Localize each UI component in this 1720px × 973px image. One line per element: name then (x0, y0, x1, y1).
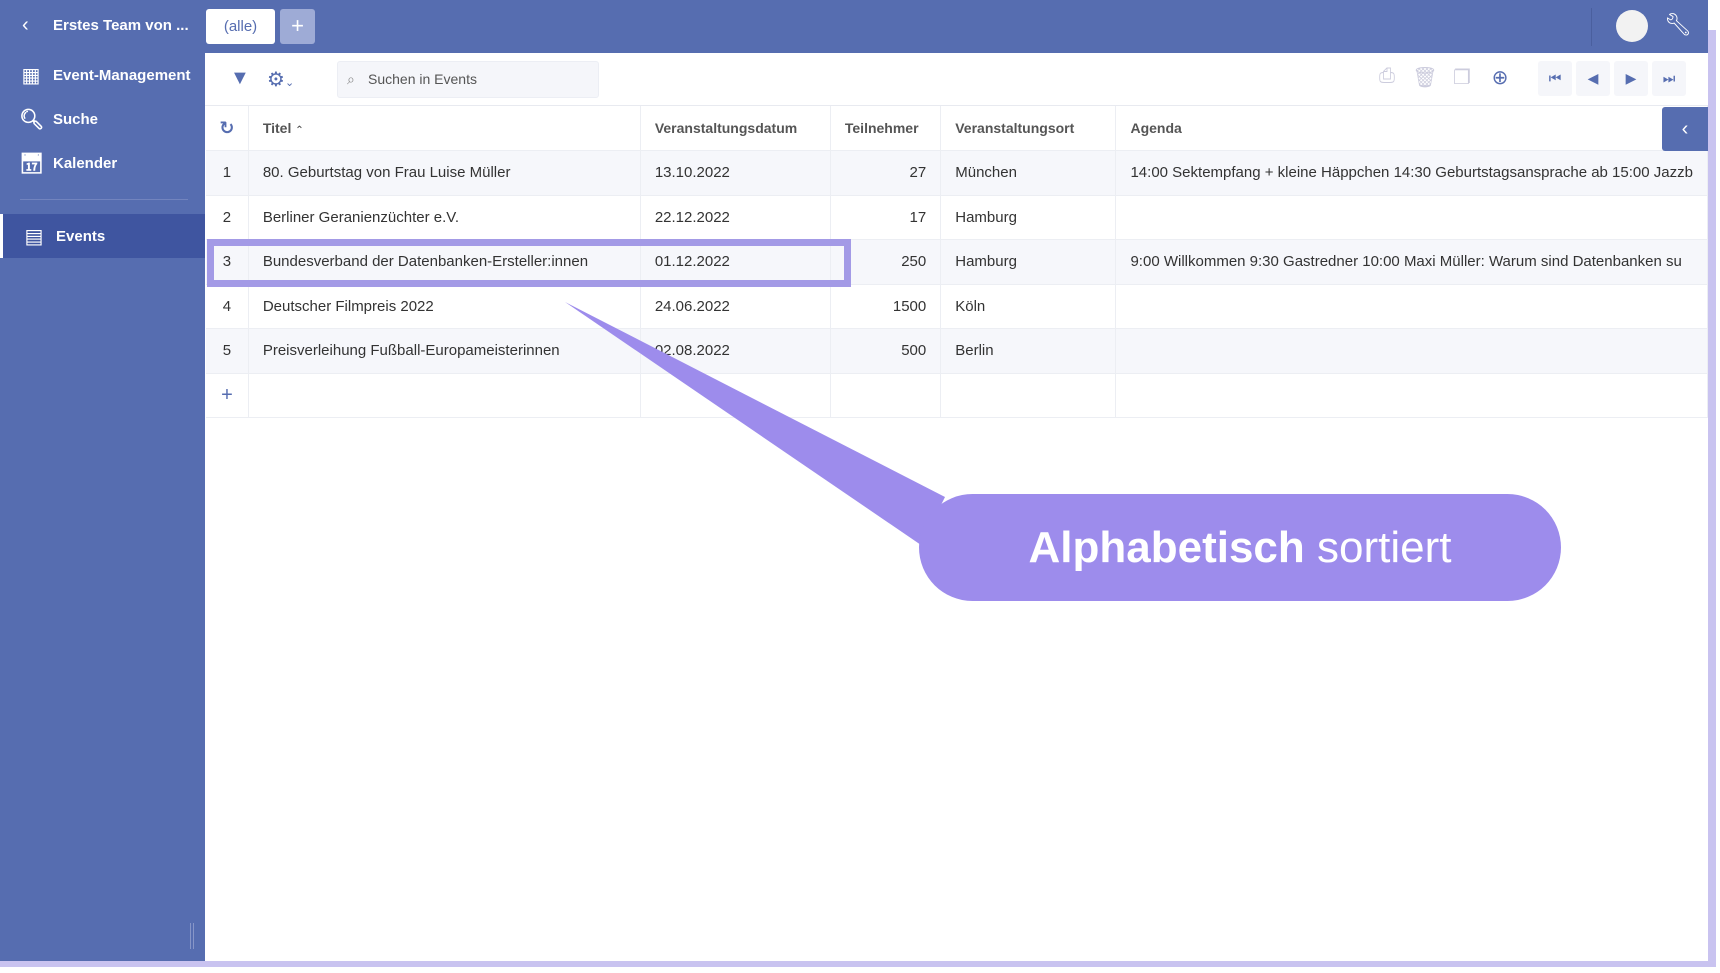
frame-shadow (0, 961, 1716, 967)
frame-shadow (1708, 30, 1716, 965)
callout-text: sortiert (1304, 523, 1452, 572)
callout-pointer (565, 302, 945, 545)
app-window: ‹ Erstes Team von ... (alle) + 🔧︎ ▦ Event… (0, 0, 1708, 961)
callout-bold: Alphabetisch (1028, 523, 1305, 572)
callout-bubble: Alphabetisch sortiert (919, 494, 1561, 601)
